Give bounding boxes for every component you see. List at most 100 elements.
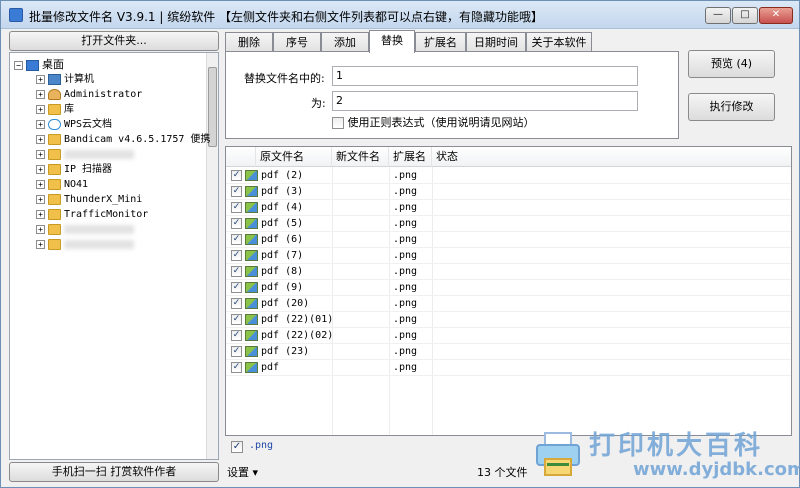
tab-0[interactable]: 删除 — [225, 32, 273, 52]
find-label: 替换文件名中的: — [244, 72, 325, 85]
extension-cell: .png — [393, 282, 418, 293]
tree-item[interactable]: + Bandicam v4.6.5.1757 便携 — [36, 132, 210, 147]
row-checkbox[interactable]: ✓ — [231, 298, 242, 309]
extension-cell: .png — [393, 330, 418, 341]
tree-item-label: Bandicam v4.6.5.1757 便携 — [64, 134, 211, 145]
tab-5[interactable]: 日期时间 — [466, 32, 526, 52]
tree-item[interactable]: + ThunderX_Mini — [36, 192, 142, 207]
execute-button[interactable]: 执行修改 — [688, 93, 775, 121]
tree-item[interactable]: + IP 扫描器 — [36, 162, 112, 177]
expand-toggle-icon[interactable]: + — [36, 119, 45, 129]
regex-option[interactable]: 使用正则表达式（使用说明请见网站） — [332, 114, 535, 130]
tree-item[interactable]: + — [36, 237, 134, 252]
tree-item[interactable]: + NO41 — [36, 177, 88, 192]
file-row[interactable]: ✓ pdf (22)(02) .png — [226, 328, 791, 344]
expand-toggle-icon[interactable]: + — [36, 209, 45, 219]
expand-toggle-icon[interactable]: + — [36, 194, 45, 204]
original-name-cell: pdf (7) — [261, 250, 304, 261]
image-file-icon — [245, 282, 258, 293]
png-filter-checkbox[interactable]: ✓ — [231, 441, 243, 453]
tree-item-label: WPS云文档 — [64, 119, 113, 130]
row-checkbox[interactable]: ✓ — [231, 202, 242, 213]
expand-toggle-icon[interactable]: + — [36, 89, 45, 99]
tree-item[interactable]: + Administrator — [36, 87, 142, 102]
image-file-icon — [245, 250, 258, 261]
regex-checkbox[interactable] — [332, 117, 344, 129]
original-name-cell: pdf (20) — [261, 298, 310, 309]
row-checkbox[interactable]: ✓ — [231, 170, 242, 181]
file-row[interactable]: ✓ pdf (2) .png — [226, 168, 791, 184]
close-button[interactable]: ✕ — [759, 7, 793, 24]
folder-icon — [48, 223, 61, 235]
title-bar[interactable]: 批量修改文件名 V3.9.1 | 缤纷软件 【左侧文件夹和右侧文件列表都可以点右… — [1, 1, 799, 29]
expand-toggle-icon[interactable]: + — [36, 149, 45, 159]
row-checkbox[interactable]: ✓ — [231, 314, 242, 325]
file-row[interactable]: ✓ pdf (22)(01) .png — [226, 312, 791, 328]
file-row[interactable]: ✓ pdf (3) .png — [226, 184, 791, 200]
original-name-cell: pdf (22)(01) — [261, 314, 334, 325]
expand-toggle-icon[interactable]: + — [36, 164, 45, 174]
row-checkbox[interactable]: ✓ — [231, 250, 242, 261]
row-checkbox[interactable]: ✓ — [231, 218, 242, 229]
find-input[interactable]: 1 — [332, 66, 638, 86]
row-checkbox[interactable]: ✓ — [231, 186, 242, 197]
file-list[interactable]: 原文件名 新文件名 扩展名 状态 ✓ pdf (2) .png ✓ pdf (3) .pn… — [225, 146, 792, 436]
expand-toggle-icon[interactable]: + — [36, 134, 45, 144]
expand-toggle-icon[interactable]: + — [36, 74, 45, 84]
tab-3[interactable]: 替换 — [369, 30, 415, 53]
collapse-toggle-icon[interactable]: − — [14, 60, 23, 70]
tree-item[interactable]: − 桌面 — [14, 57, 64, 72]
image-file-icon — [245, 266, 258, 277]
file-row[interactable]: ✓ pdf .png — [226, 360, 791, 376]
row-checkbox[interactable]: ✓ — [231, 346, 242, 357]
minimize-button[interactable]: — — [705, 7, 731, 24]
replace-input[interactable]: 2 — [332, 91, 638, 111]
extension-cell: .png — [393, 266, 418, 277]
file-row[interactable]: ✓ pdf (4) .png — [226, 200, 791, 216]
file-row[interactable]: ✓ pdf (9) .png — [226, 280, 791, 296]
expand-toggle-icon[interactable]: + — [36, 224, 45, 234]
tree-item[interactable]: + — [36, 147, 134, 162]
expand-toggle-icon[interactable]: + — [36, 239, 45, 249]
preview-button[interactable]: 预览 (4) — [688, 50, 775, 78]
tree-item[interactable]: + TrafficMonitor — [36, 207, 148, 222]
header-status[interactable]: 状态 — [432, 147, 791, 167]
image-file-icon — [245, 346, 258, 357]
header-new-name[interactable]: 新文件名 — [332, 147, 389, 167]
original-name-cell: pdf (23) — [261, 346, 310, 357]
tab-2[interactable]: 添加 — [321, 32, 369, 52]
header-original-name[interactable]: 原文件名 — [256, 147, 332, 167]
tree-item[interactable]: + 库 — [36, 102, 74, 117]
tree-item[interactable]: + 计算机 — [36, 72, 94, 87]
expand-toggle-icon[interactable]: + — [36, 104, 45, 114]
row-checkbox[interactable]: ✓ — [231, 266, 242, 277]
file-row[interactable]: ✓ pdf (5) .png — [226, 216, 791, 232]
file-row[interactable]: ✓ pdf (8) .png — [226, 264, 791, 280]
tree-item-label: ThunderX_Mini — [64, 194, 143, 205]
open-folder-button[interactable]: 打开文件夹... — [9, 31, 219, 51]
settings-menu[interactable]: 设置 ▾ — [227, 464, 258, 480]
tree-item[interactable]: + — [36, 222, 134, 237]
row-checkbox[interactable]: ✓ — [231, 330, 242, 341]
file-row[interactable]: ✓ pdf (7) .png — [226, 248, 791, 264]
scan-donate-button[interactable]: 手机扫一扫 打赏软件作者 — [9, 462, 219, 482]
file-row[interactable]: ✓ pdf (23) .png — [226, 344, 791, 360]
maximize-button[interactable]: □ — [732, 7, 758, 24]
expand-toggle-icon[interactable]: + — [36, 179, 45, 189]
folder-icon — [48, 208, 61, 220]
app-window: 批量修改文件名 V3.9.1 | 缤纷软件 【左侧文件夹和右侧文件列表都可以点右… — [0, 0, 800, 488]
row-checkbox[interactable]: ✓ — [231, 234, 242, 245]
file-row[interactable]: ✓ pdf (20) .png — [226, 296, 791, 312]
tab-6[interactable]: 关于本软件 — [526, 32, 592, 52]
original-name-cell: pdf (8) — [261, 266, 304, 277]
row-checkbox[interactable]: ✓ — [231, 362, 242, 373]
header-extension[interactable]: 扩展名 — [389, 147, 432, 167]
tree-item-label: Administrator — [64, 89, 143, 100]
tree-item[interactable]: + WPS云文档 — [36, 117, 112, 132]
folder-tree[interactable]: − 桌面 + 计算机 + Administrator + 库 + WPS云文档 + Bandicam … — [9, 52, 219, 460]
file-row[interactable]: ✓ pdf (6) .png — [226, 232, 791, 248]
row-checkbox[interactable]: ✓ — [231, 282, 242, 293]
tab-4[interactable]: 扩展名 — [415, 32, 466, 52]
tree-scrollbar[interactable] — [206, 53, 218, 459]
tab-1[interactable]: 序号 — [273, 32, 321, 52]
